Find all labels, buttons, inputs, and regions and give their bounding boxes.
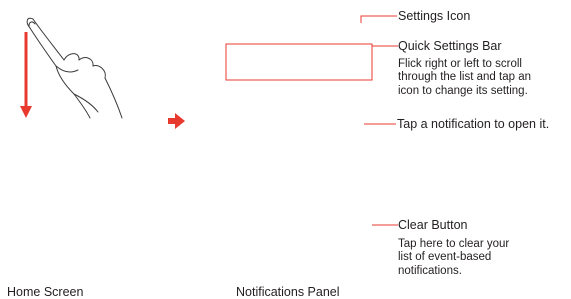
diagram-canvas: Settings Icon Quick Settings Bar Flick r… xyxy=(0,0,571,299)
settings-icon-leader xyxy=(360,15,397,23)
quick-settings-bar-label: Quick Settings Bar xyxy=(398,39,502,53)
quick-settings-bar-description: Flick right or left to scroll through th… xyxy=(398,58,531,97)
notifications-panel-caption: Notifications Panel xyxy=(236,285,340,299)
quick-settings-bar-highlight xyxy=(225,43,373,81)
clear-button-description: Tap here to clear your list of event-bas… xyxy=(398,238,510,277)
settings-icon-label: Settings Icon xyxy=(398,9,471,23)
swipe-down-arrow xyxy=(20,32,32,118)
notification-label: Tap a notification to open it. xyxy=(397,117,550,131)
right-arrow-icon xyxy=(168,113,185,129)
hand-swipe-down-icon xyxy=(26,17,123,119)
callout-leader-lines xyxy=(360,15,398,226)
clear-button-label: Clear Button xyxy=(398,218,468,232)
home-screen-caption: Home Screen xyxy=(7,285,84,299)
